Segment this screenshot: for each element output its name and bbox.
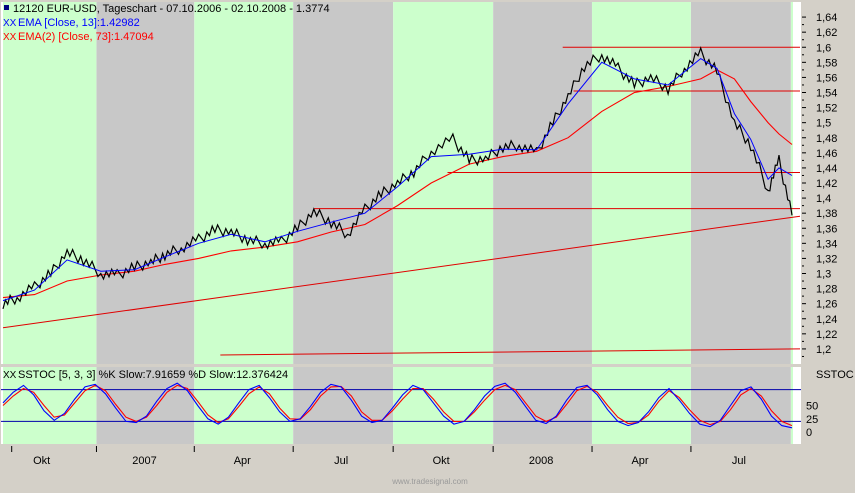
y-tick-label: 1,46 bbox=[816, 148, 837, 160]
x-tick-label: Okt bbox=[33, 455, 50, 467]
y-tick-label: 1,3 bbox=[816, 269, 831, 281]
sstoc-legend[interactable]: SSTOC [5, 3, 3] %K Slow:7.91659 %D Slow:… bbox=[18, 369, 288, 381]
chart-title: 12120 EUR-USD, Tageschart - 07.10.2006 -… bbox=[13, 3, 330, 15]
y-tick-label: 1,5 bbox=[816, 118, 831, 130]
y-tick-label: 1,52 bbox=[816, 103, 837, 115]
stoch-tick-label: 0 bbox=[806, 427, 812, 439]
y-tick-label: 1,58 bbox=[816, 57, 837, 69]
y-tick-label: 1,62 bbox=[816, 27, 837, 39]
y-tick-label: 1,42 bbox=[816, 178, 837, 190]
quarter-band-gray bbox=[293, 2, 394, 364]
sstoc-axis-label: SSTOC bbox=[816, 369, 854, 381]
watermark: www.tradesignal.com bbox=[391, 477, 468, 486]
x-tick-label: Jul bbox=[334, 455, 348, 467]
sstoc-marker[interactable]: XX bbox=[3, 370, 17, 381]
quarter-band-gray bbox=[493, 2, 592, 364]
x-tick-label: 2007 bbox=[132, 455, 156, 467]
ema13-legend[interactable]: EMA [Close, 13]:1.42982 bbox=[18, 17, 140, 29]
chart-svg: 1,64 1,62 1,6 1,58 1,56 1,54 1,52 1,5 1,48 1,46 1,… bbox=[0, 0, 855, 488]
y-tick-label: 1,24 bbox=[816, 314, 837, 326]
y-tick-label: 1,38 bbox=[816, 208, 837, 220]
x-tick-label: 2008 bbox=[529, 455, 553, 467]
quarter-band-green bbox=[3, 2, 97, 364]
x-tick-label: Jul bbox=[732, 455, 746, 467]
y-tick-label: 1,22 bbox=[816, 329, 837, 341]
ema73-marker[interactable]: XX bbox=[3, 32, 17, 43]
ema13-marker[interactable]: XX bbox=[3, 18, 17, 29]
y-tick-label: 1,56 bbox=[816, 72, 837, 84]
ema73-legend[interactable]: EMA(2) [Close, 73]:1.47094 bbox=[18, 31, 154, 43]
series-square-icon bbox=[4, 5, 9, 10]
y-tick-label: 1,26 bbox=[816, 299, 837, 311]
stoch-tick-label: 50 bbox=[806, 401, 818, 413]
stoch-tick-label: 25 bbox=[806, 414, 818, 426]
quarter-band-gray-stoch bbox=[293, 367, 394, 444]
quarter-band-green bbox=[393, 2, 494, 364]
chart-window: 1,64 1,62 1,6 1,58 1,56 1,54 1,52 1,5 1,48 1,46 1,… bbox=[0, 0, 855, 488]
quarter-band-gray-stoch bbox=[493, 367, 592, 444]
y-tick-label: 1,28 bbox=[816, 284, 837, 296]
y-tick-label: 1,64 bbox=[816, 12, 837, 24]
quarter-band-gray bbox=[690, 2, 791, 364]
quarter-band-green bbox=[194, 2, 294, 364]
quarter-band-green-stoch bbox=[790, 367, 793, 444]
y-tick-label: 1,54 bbox=[816, 88, 837, 100]
quarter-band-green bbox=[790, 2, 793, 364]
quarter-band-gray-stoch bbox=[690, 367, 791, 444]
y-tick-label: 1,2 bbox=[816, 344, 831, 356]
x-tick-label: Apr bbox=[234, 455, 251, 467]
y-tick-label: 1,36 bbox=[816, 223, 837, 235]
y-tick-label: 1,4 bbox=[816, 193, 831, 205]
stochastic-legend: XX SSTOC [5, 3, 3] %K Slow:7.91659 %D Sl… bbox=[3, 369, 288, 381]
y-tick-label: 1,44 bbox=[816, 163, 837, 175]
x-tick-label: Okt bbox=[433, 455, 450, 467]
quarter-band-green-stoch bbox=[592, 367, 691, 444]
y-tick-label: 1,34 bbox=[816, 238, 837, 250]
y-tick-label: 1,48 bbox=[816, 133, 837, 145]
quarter-band-gray bbox=[96, 2, 195, 364]
x-tick-label: Apr bbox=[631, 455, 648, 467]
y-tick-label: 1,32 bbox=[816, 253, 837, 265]
y-tick-label: 1,6 bbox=[816, 42, 831, 54]
